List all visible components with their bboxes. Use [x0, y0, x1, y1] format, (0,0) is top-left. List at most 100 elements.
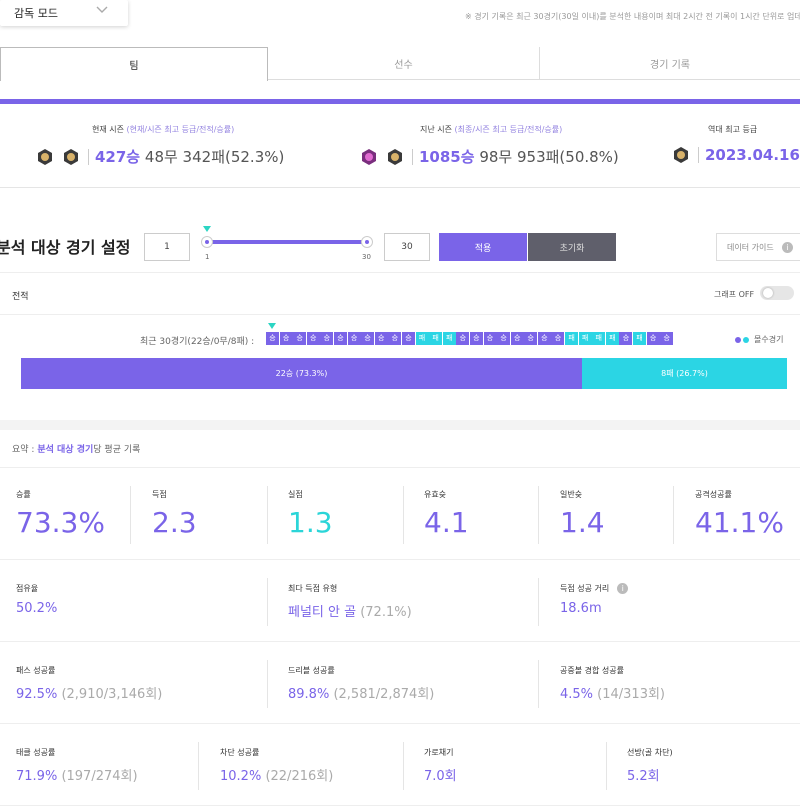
data-guide-button[interactable]: 데이터 가이드 i [716, 233, 800, 261]
rank-badge-icon [360, 148, 378, 166]
current-season-caption: 현재 시즌 (현재/시즌 최고 등급/전적/승률) [92, 124, 234, 135]
divider [130, 486, 131, 544]
section-divider [0, 420, 800, 430]
current-season-title: 현재 시즌 [92, 125, 124, 134]
stat-label: 실점 [288, 490, 303, 499]
stat-value: 73.3% [16, 506, 105, 539]
summary-row: 점유율 50.2% 최다 득점 유형 페널티 안 골 (72.1%) 득점 성공… [0, 560, 800, 642]
stat-label: 공격성공률 [695, 490, 732, 499]
info-icon[interactable]: i [617, 583, 629, 594]
record-panel: 전적 그래프 OFF 최근 30경기(22승/0무/8패) : 승승승승승승승승… [0, 272, 800, 420]
stat-label: 패스 성공률 [16, 666, 56, 675]
stat-value: 1.3 [288, 506, 333, 539]
rank-badge-icon [36, 148, 54, 166]
stat-value: 71.9% (197/274회) [16, 769, 138, 784]
result-cell: 패 [592, 332, 606, 345]
summary-prefix: 요약 : [12, 445, 38, 455]
tab-player[interactable]: 선수 [268, 47, 540, 80]
apply-button[interactable]: 적용 [439, 233, 527, 261]
record-header: 전적 그래프 OFF [0, 273, 800, 315]
alltime-best-value: 2023.04.16 [672, 146, 800, 164]
divider [403, 742, 404, 790]
previous-season-value: 1085승 98무 953패(50.8%) [360, 146, 619, 167]
previous-season-subtitle: (최종/시즌 최고 등급/전적/승률) [454, 125, 563, 134]
stat-label: 점유율 [16, 584, 39, 593]
current-season-value: 427승 48무 342패(52.3%) [36, 146, 284, 167]
result-cell: 승 [551, 332, 565, 345]
stat-value: 92.5% (2,910/3,146회) [16, 687, 163, 702]
result-cell: 승 [510, 332, 524, 345]
result-streak: 승승승승승승승승승승승패패패승승승승승승승승패패패패승패승승 [266, 332, 674, 345]
stat-label: 태클 성공률 [16, 748, 56, 757]
separator [698, 147, 699, 163]
stat-value: 4.5% (14/313회) [560, 687, 666, 702]
result-cell: 승 [320, 332, 334, 345]
summary-highlight: 분석 대상 경기 [37, 445, 94, 455]
summary-row: 태클 성공률 71.9% (197/274회) 차단 성공률 10.2% (22… [0, 724, 800, 806]
summary-main-stats: 승률 73.3% 득점 2.3 실점 1.3 유효슛 4.1 일반슛 1.4 공… [0, 468, 800, 560]
divider [538, 660, 539, 708]
result-cell: 패 [565, 332, 579, 345]
range-min-label: 1 [205, 253, 210, 261]
toggle-knob [763, 288, 773, 298]
divider [267, 660, 268, 708]
range-max-label: 30 [362, 253, 371, 261]
result-cell: 승 [401, 332, 415, 345]
stat-value: 10.2% (22/216회) [220, 769, 334, 784]
result-cell: 승 [333, 332, 347, 345]
result-cell: 패 [633, 332, 647, 345]
reset-button[interactable]: 초기화 [528, 233, 616, 261]
stat-value: 1.4 [560, 506, 605, 539]
graph-toggle[interactable] [760, 286, 794, 300]
result-cell: 패 [578, 332, 592, 345]
rank-badge-icon [672, 146, 690, 164]
stat-label: 득점 성공 거리 i [560, 583, 629, 594]
summary-suffix: 당 평균 기록 [93, 445, 141, 455]
separator [412, 148, 413, 165]
tab-bar: 팀 선수 경기 기록 [0, 47, 800, 81]
range-slider-max-handle[interactable] [361, 236, 373, 248]
divider [267, 486, 268, 544]
result-cell: 승 [483, 332, 497, 345]
data-guide-label: 데이터 가이드 [727, 242, 774, 252]
result-cell: 승 [374, 332, 388, 345]
alltime-best: 역대 최고 등급 2023.04.16 [672, 104, 800, 188]
divider [673, 486, 674, 544]
previous-season-record: 1085승 98무 953패(50.8%) [419, 146, 619, 167]
record-title: 전적 [12, 292, 29, 302]
stat-value: 7.0회 [424, 769, 457, 784]
stat-label: 일반슛 [560, 490, 583, 499]
range-slider-min-handle[interactable] [201, 236, 213, 248]
result-cell: 승 [660, 332, 674, 345]
range-max-input[interactable]: 30 [384, 233, 430, 261]
divider [198, 742, 199, 790]
tab-match-history[interactable]: 경기 기록 [540, 47, 800, 80]
current-season-wins: 427승 [95, 148, 141, 166]
range-slider-track[interactable] [207, 240, 367, 244]
summary-header: 요약 : 분석 대상 경기당 평균 기록 [0, 430, 800, 468]
divider [538, 578, 539, 626]
current-season-rest: 48무 342패(52.3%) [144, 148, 285, 166]
stat-value: 페널티 안 골 (72.1%) [288, 605, 412, 620]
range-min-input[interactable]: 1 [144, 233, 190, 261]
tab-team[interactable]: 팀 [0, 47, 268, 81]
stat-label: 차단 성공률 [220, 748, 260, 757]
summary-row: 패스 성공률 92.5% (2,910/3,146회) 드리블 성공률 89.8… [0, 642, 800, 724]
result-cell: 패 [415, 332, 429, 345]
stat-value: 41.1% [695, 506, 784, 539]
result-cell: 패 [429, 332, 443, 345]
mode-select-label: 감독 모드 [14, 7, 58, 20]
result-cell: 승 [306, 332, 320, 345]
result-cell: 승 [469, 332, 483, 345]
result-cell: 승 [646, 332, 660, 345]
result-cell: 패 [442, 332, 456, 345]
result-cell: 승 [524, 332, 538, 345]
result-cell: 승 [619, 332, 633, 345]
current-season-record: 427승 48무 342패(52.3%) [95, 146, 284, 167]
mode-select[interactable]: 감독 모드 [0, 0, 128, 26]
result-cell: 승 [279, 332, 293, 345]
stat-value: 18.6m [560, 601, 602, 616]
latest-game-marker-icon [268, 323, 276, 329]
recent-games-label: 최근 30경기(22승/0무/8패) : [140, 337, 255, 347]
divider [403, 486, 404, 544]
